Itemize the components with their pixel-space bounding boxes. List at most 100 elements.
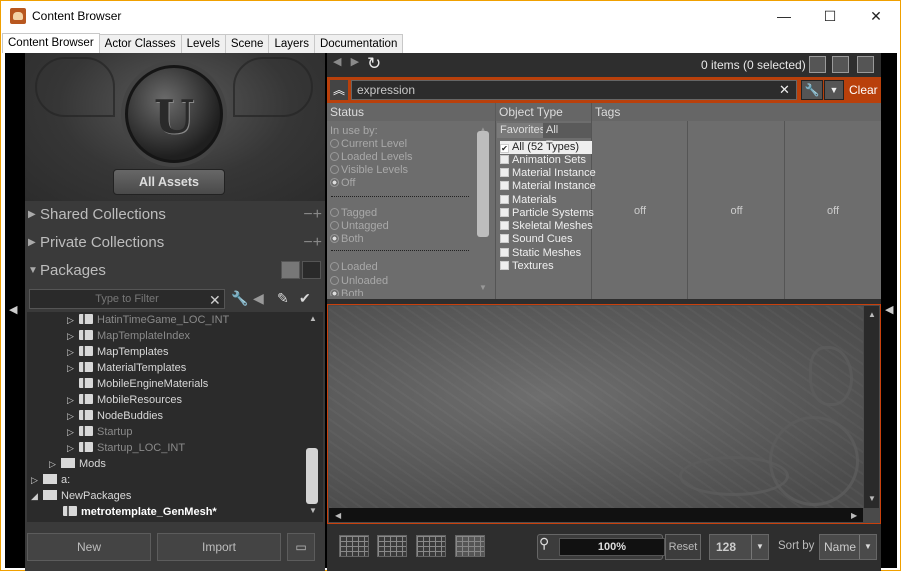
clear-filter-icon[interactable]: ✕ xyxy=(209,292,221,309)
scroll-left-icon[interactable]: ◀ xyxy=(335,511,341,520)
radio-on-icon[interactable] xyxy=(330,289,339,296)
wrench-icon[interactable]: 🔧 xyxy=(231,290,248,307)
tab-scene[interactable]: Scene xyxy=(224,34,270,53)
chevron-down-icon[interactable]: ▼ xyxy=(859,535,876,559)
asset-view-hscrollbar[interactable]: ◀ ▶ xyxy=(329,508,863,522)
tab-levels[interactable]: Levels xyxy=(180,34,226,53)
search-input[interactable]: expression xyxy=(351,80,797,100)
scroll-down-icon[interactable]: ▼ xyxy=(309,506,317,515)
expand-arrow-icon[interactable]: ▷ xyxy=(67,408,79,424)
expand-arrow-icon[interactable]: ▷ xyxy=(67,312,79,328)
tree-item[interactable]: ▷ Startup_LOC_INT xyxy=(67,440,185,456)
radio-off-icon[interactable] xyxy=(330,139,339,148)
tree-view-icon[interactable] xyxy=(281,261,300,279)
checkbox-icon[interactable] xyxy=(500,234,509,243)
type-checkbox-row[interactable]: Animation Sets xyxy=(500,154,586,167)
sort-by-select[interactable]: Name ▼ xyxy=(819,534,877,560)
expand-arrow-icon[interactable]: ▷ xyxy=(67,392,79,408)
status-scroll-thumb[interactable] xyxy=(477,131,489,237)
type-checkbox-row[interactable]: Material Instance xyxy=(500,180,596,193)
asset-view-vscrollbar[interactable]: ▲ ▼ xyxy=(864,306,879,508)
add-remove-collection-icon[interactable]: −+ xyxy=(303,203,322,227)
status-radio[interactable]: Tagged xyxy=(330,207,377,220)
tab-actor-classes[interactable]: Actor Classes xyxy=(98,34,182,53)
tree-item[interactable]: ▷ a: xyxy=(31,472,70,488)
pencil-icon[interactable]: ✎ xyxy=(277,290,289,307)
clear-button[interactable]: Clear xyxy=(849,80,881,100)
checkbox-icon[interactable] xyxy=(500,181,509,190)
tree-scroll-thumb[interactable] xyxy=(306,448,318,504)
radio-off-icon[interactable] xyxy=(330,208,339,217)
checkbox-checked-icon[interactable]: ✔ xyxy=(500,144,509,153)
forward-arrow-icon[interactable]: ▶ xyxy=(351,56,359,68)
tag-column[interactable]: off xyxy=(592,121,688,299)
collapse-arrow-icon[interactable]: ▼ xyxy=(28,259,38,283)
expand-arrow-icon[interactable]: ▷ xyxy=(67,344,79,360)
radio-off-icon[interactable] xyxy=(330,262,339,271)
tab-all-types[interactable]: All Types xyxy=(543,123,591,151)
new-package-button[interactable]: New xyxy=(27,533,151,561)
collapse-arrow-icon[interactable]: ◢ xyxy=(31,488,43,504)
radio-off-icon[interactable] xyxy=(330,221,339,230)
close-button[interactable]: ✕ xyxy=(853,1,899,31)
radio-off-icon[interactable] xyxy=(330,276,339,285)
collapse-right-arrow-icon[interactable]: ◀ xyxy=(885,303,893,316)
status-radio[interactable]: Both xyxy=(330,233,364,246)
radio-off-icon[interactable] xyxy=(330,165,339,174)
expand-arrow-icon[interactable]: ▷ xyxy=(31,472,43,488)
scroll-down-icon[interactable]: ▼ xyxy=(868,494,876,503)
view-mode-list-icon[interactable] xyxy=(339,535,369,557)
checkbox-icon[interactable] xyxy=(500,248,509,257)
search-options-wrench-icon[interactable]: 🔧 xyxy=(801,80,823,100)
tag-column[interactable]: off xyxy=(785,121,881,299)
folder-open-icon[interactable]: ▭ xyxy=(287,533,315,561)
chevron-down-icon[interactable]: ▼ xyxy=(751,535,768,559)
back-arrow-icon[interactable]: ◀ xyxy=(333,56,341,68)
type-checkbox-row[interactable]: Static Meshes xyxy=(500,247,581,260)
view-mode-grid-icon[interactable] xyxy=(455,535,485,557)
close-search-icon[interactable] xyxy=(857,56,874,73)
asset-thumbnail-view[interactable]: ▲ ▼ ◀ ▶ xyxy=(327,304,881,524)
radio-off-icon[interactable] xyxy=(330,152,339,161)
checkbox-icon[interactable] xyxy=(500,208,509,217)
type-checkbox-row[interactable]: Materials xyxy=(500,194,557,207)
refresh-icon[interactable]: ↻ xyxy=(367,54,381,74)
scroll-right-icon[interactable]: ▶ xyxy=(851,511,857,520)
tree-item[interactable]: ▷ MapTemplateIndex xyxy=(67,328,190,344)
status-radio[interactable]: Both xyxy=(330,288,364,296)
expand-arrow-icon[interactable]: ▷ xyxy=(67,328,79,344)
type-checkbox-row[interactable]: ✔ All (52 Types) xyxy=(500,141,592,154)
reset-zoom-button[interactable]: Reset xyxy=(665,534,701,560)
expand-arrow-icon[interactable]: ▶ xyxy=(28,203,36,227)
tree-item[interactable]: metrotemplate_GenMesh* xyxy=(51,504,217,520)
checkbox-icon[interactable] xyxy=(500,221,509,230)
status-radio[interactable]: Loaded Levels xyxy=(330,151,413,164)
tree-item[interactable]: ▷ MaterialTemplates xyxy=(67,360,186,376)
magnifier-icon[interactable]: ⚲ xyxy=(539,535,557,557)
add-remove-collection-icon[interactable]: −+ xyxy=(303,231,322,255)
status-radio[interactable]: Unloaded xyxy=(330,275,388,288)
thumbnail-size-select[interactable]: 128 ▼ xyxy=(709,534,769,560)
tree-item[interactable]: ▷ MobileResources xyxy=(67,392,182,408)
status-radio[interactable]: Loaded xyxy=(330,261,378,274)
open-window-icon[interactable] xyxy=(832,56,849,73)
scroll-down-icon[interactable]: ▼ xyxy=(479,283,487,292)
package-filter-input[interactable]: Type to Filter xyxy=(29,289,225,309)
tree-item[interactable]: ▷ MapTemplates xyxy=(67,344,169,360)
type-checkbox-row[interactable]: Skeletal Meshes xyxy=(500,220,593,233)
tab-content-browser[interactable]: Content Browser xyxy=(2,33,100,53)
scroll-up-icon[interactable]: ▲ xyxy=(868,310,876,319)
checkbox-icon[interactable] xyxy=(500,261,509,270)
minimize-button[interactable]: — xyxy=(761,1,807,31)
expand-arrow-icon[interactable]: ▷ xyxy=(67,360,79,376)
tab-favorites[interactable]: Favorites xyxy=(497,123,549,138)
checkbox-icon[interactable] xyxy=(500,195,509,204)
zoom-level[interactable]: 100% xyxy=(559,538,665,556)
view-mode-thumbnail-icon[interactable] xyxy=(416,535,446,557)
expand-arrow-icon[interactable]: ▷ xyxy=(67,424,79,440)
status-radio[interactable]: Untagged xyxy=(330,220,389,233)
tree-item[interactable]: MobileEngineMaterials xyxy=(67,376,208,392)
status-radio[interactable]: Off xyxy=(330,177,355,190)
collapse-left-arrow-icon[interactable]: ◀ xyxy=(9,303,17,316)
expand-arrow-icon[interactable]: ▷ xyxy=(67,440,79,456)
